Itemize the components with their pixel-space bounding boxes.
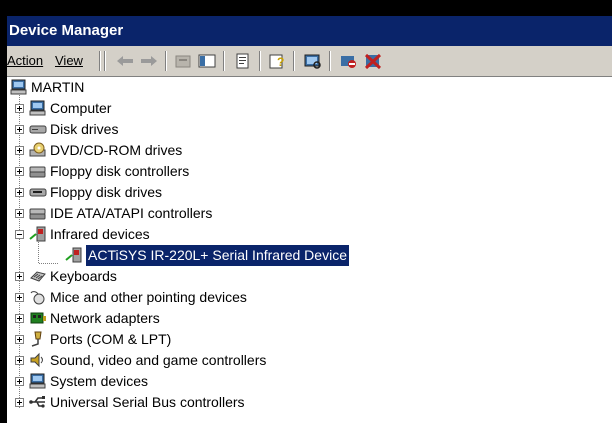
tree-item-label: Network adapters bbox=[50, 310, 160, 326]
device-manager-window: Device Manager Action View ? MARTIN Comp… bbox=[0, 0, 612, 423]
expand-icon[interactable] bbox=[15, 314, 24, 323]
toolbar-separator bbox=[259, 51, 261, 71]
device-tree[interactable]: MARTIN Computer Disk drives DVD/CD-ROM d… bbox=[7, 77, 612, 423]
tree-item-label: Floppy disk controllers bbox=[50, 163, 190, 179]
uninstall-device-icon[interactable] bbox=[363, 52, 383, 70]
expand-icon[interactable] bbox=[15, 167, 24, 176]
keyboard-icon bbox=[29, 268, 47, 284]
collapse-icon[interactable] bbox=[15, 230, 24, 239]
cdrom-icon bbox=[29, 142, 47, 158]
expand-icon[interactable] bbox=[15, 293, 24, 302]
up-folder-icon[interactable] bbox=[173, 52, 193, 70]
scan-hardware-icon[interactable] bbox=[303, 52, 323, 70]
expand-icon[interactable] bbox=[15, 125, 24, 134]
back-arrow-icon[interactable] bbox=[115, 52, 135, 70]
tree-connector bbox=[39, 263, 58, 264]
expand-icon[interactable] bbox=[15, 398, 24, 407]
tree-item-label: Sound, video and game controllers bbox=[50, 352, 267, 368]
toolbar-separator bbox=[104, 51, 106, 71]
infrared-icon bbox=[29, 226, 47, 242]
expand-icon[interactable] bbox=[15, 188, 24, 197]
port-icon bbox=[29, 331, 47, 347]
tree-item-label: System devices bbox=[50, 373, 149, 389]
menu-toolbar: Action View ? bbox=[7, 46, 612, 77]
controller-icon bbox=[29, 205, 47, 221]
tree-item-label: Disk drives bbox=[50, 121, 119, 137]
tree-item-label: Ports (COM & LPT) bbox=[50, 331, 172, 347]
controller-icon bbox=[29, 163, 47, 179]
expand-icon[interactable] bbox=[15, 104, 24, 113]
menu-view[interactable]: View bbox=[55, 46, 83, 76]
tree-item-label: IDE ATA/ATAPI controllers bbox=[50, 205, 213, 221]
sound-icon bbox=[29, 352, 47, 368]
expand-icon[interactable] bbox=[15, 335, 24, 344]
infrared-device-icon bbox=[65, 247, 83, 263]
menu-view-label: View bbox=[55, 53, 83, 68]
tree-item-label: Computer bbox=[50, 100, 112, 116]
disk-drive-icon bbox=[29, 121, 47, 137]
help-icon[interactable]: ? bbox=[267, 52, 287, 70]
computer-icon bbox=[10, 79, 28, 95]
computer-icon bbox=[29, 100, 47, 116]
usb-icon bbox=[29, 394, 47, 410]
tree-item-label: Infrared devices bbox=[50, 226, 150, 242]
tree-child-label: ACTiSYS IR-220L+ Serial Infrared Device bbox=[86, 245, 349, 266]
forward-arrow-icon[interactable] bbox=[139, 52, 159, 70]
expand-icon[interactable] bbox=[15, 272, 24, 281]
toolbar-separator bbox=[99, 51, 101, 71]
system-icon bbox=[29, 373, 47, 389]
tree-item-label: Mice and other pointing devices bbox=[50, 289, 247, 305]
toolbar-separator bbox=[329, 51, 331, 71]
tree-item-label: DVD/CD-ROM drives bbox=[50, 142, 183, 158]
disable-device-icon[interactable] bbox=[339, 52, 359, 70]
toolbar-separator bbox=[293, 51, 295, 71]
svg-text:?: ? bbox=[277, 55, 284, 69]
menu-action[interactable]: Action bbox=[7, 46, 43, 76]
mouse-icon bbox=[29, 289, 47, 305]
expand-icon[interactable] bbox=[15, 377, 24, 386]
toolbar-separator bbox=[165, 51, 167, 71]
window-title: Device Manager bbox=[7, 16, 612, 46]
show-hide-tree-icon[interactable] bbox=[197, 52, 217, 70]
expand-icon[interactable] bbox=[15, 146, 24, 155]
network-adapter-icon bbox=[29, 310, 47, 326]
tree-item-label: Floppy disk drives bbox=[50, 184, 163, 200]
tree-root-label: MARTIN bbox=[31, 79, 85, 95]
toolbar-separator bbox=[223, 51, 225, 71]
expand-icon[interactable] bbox=[15, 209, 24, 218]
expand-icon[interactable] bbox=[15, 356, 24, 365]
floppy-drive-icon bbox=[29, 184, 47, 200]
menu-action-label: Action bbox=[7, 53, 44, 68]
tree-item-label: Universal Serial Bus controllers bbox=[50, 394, 245, 410]
tree-item-label: Keyboards bbox=[50, 268, 117, 284]
properties-icon[interactable] bbox=[233, 52, 253, 70]
